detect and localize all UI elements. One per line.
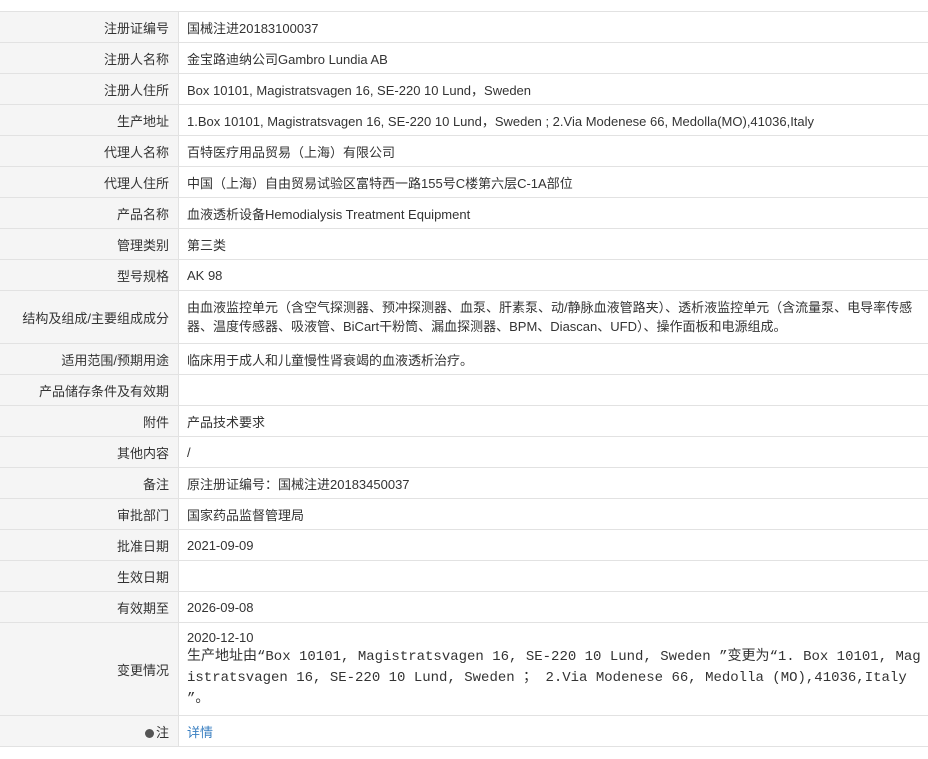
row-approval-department: 审批部门 国家药品监督管理局 [0,499,928,530]
row-attachment: 附件 产品技术要求 [0,406,928,437]
row-production-address: 生产地址 1.Box 10101, Magistratsvagen 16, SE… [0,105,928,136]
field-label: 注册证编号 [0,12,179,43]
row-agent-address: 代理人住所 中国（上海）自由贸易试验区富特西一路155号C楼第六层C-1A部位 [0,167,928,198]
row-note: 注 详情 [0,716,928,747]
field-label: 生产地址 [0,105,179,136]
field-value: 产品技术要求 [179,406,928,437]
field-value: AK 98 [179,260,928,291]
field-value: 金宝路迪纳公司Gambro Lundia AB [179,43,928,74]
row-model-spec: 型号规格 AK 98 [0,260,928,291]
field-value [179,375,928,406]
change-history-value: 2020-12-10 生产地址由“Box 10101, Magistratsva… [179,623,928,716]
field-label: 产品储存条件及有效期 [0,375,179,406]
field-label: 审批部门 [0,499,179,530]
row-remarks: 备注 原注册证编号：国械注进20183450037 [0,468,928,499]
field-value: 1.Box 10101, Magistratsvagen 16, SE-220 … [179,105,928,136]
field-label: 其他内容 [0,437,179,468]
field-value: 血液透析设备Hemodialysis Treatment Equipment [179,198,928,229]
row-valid-until: 有效期至 2026-09-08 [0,592,928,623]
field-label: 适用范围/预期用途 [0,344,179,375]
field-label: 代理人名称 [0,136,179,167]
field-value: 第三类 [179,229,928,260]
row-approval-date: 批准日期 2021-09-09 [0,530,928,561]
field-label: 备注 [0,468,179,499]
field-value: 中国（上海）自由贸易试验区富特西一路155号C楼第六层C-1A部位 [179,167,928,198]
field-label: 注册人住所 [0,74,179,105]
field-label: 变更情况 [0,623,179,716]
change-date: 2020-12-10 [187,629,924,647]
field-value: 百特医疗用品贸易（上海）有限公司 [179,136,928,167]
note-label-cell: 注 [0,716,179,747]
row-agent-name: 代理人名称 百特医疗用品贸易（上海）有限公司 [0,136,928,167]
field-label: 附件 [0,406,179,437]
field-label: 产品名称 [0,198,179,229]
field-label: 注 [156,725,169,740]
row-registration-number: 注册证编号 国械注进20183100037 [0,12,928,43]
note-value: 详情 [179,716,928,747]
row-product-name: 产品名称 血液透析设备Hemodialysis Treatment Equipm… [0,198,928,229]
details-link[interactable]: 详情 [187,725,213,740]
field-value: / [179,437,928,468]
field-value: 国械注进20183100037 [179,12,928,43]
field-value [179,561,928,592]
field-label: 代理人住所 [0,167,179,198]
registration-detail-table: 注册证编号 国械注进20183100037 注册人名称 金宝路迪纳公司Gambr… [0,11,928,747]
field-value: Box 10101, Magistratsvagen 16, SE-220 10… [179,74,928,105]
row-storage-conditions: 产品储存条件及有效期 [0,375,928,406]
row-other-content: 其他内容 / [0,437,928,468]
field-label: 管理类别 [0,229,179,260]
field-label: 注册人名称 [0,43,179,74]
field-value: 原注册证编号：国械注进20183450037 [179,468,928,499]
field-value: 2021-09-09 [179,530,928,561]
info-dot-icon [145,729,154,738]
field-value: 国家药品监督管理局 [179,499,928,530]
row-registrant-name: 注册人名称 金宝路迪纳公司Gambro Lundia AB [0,43,928,74]
row-structure-composition: 结构及组成/主要组成成分 由血液监控单元（含空气探测器、预冲探测器、血泵、肝素泵… [0,291,928,344]
field-value: 2026-09-08 [179,592,928,623]
row-change-history: 变更情况 2020-12-10 生产地址由“Box 10101, Magistr… [0,623,928,716]
field-value: 临床用于成人和儿童慢性肾衰竭的血液透析治疗。 [179,344,928,375]
field-label: 型号规格 [0,260,179,291]
field-label: 有效期至 [0,592,179,623]
field-value: 由血液监控单元（含空气探测器、预冲探测器、血泵、肝素泵、动/静脉血液管路夹）、透… [179,291,928,344]
field-label: 生效日期 [0,561,179,592]
field-label: 批准日期 [0,530,179,561]
row-intended-use: 适用范围/预期用途 临床用于成人和儿童慢性肾衰竭的血液透析治疗。 [0,344,928,375]
field-label: 结构及组成/主要组成成分 [0,291,179,344]
change-description: 生产地址由“Box 10101, Magistratsvagen 16, SE-… [187,647,924,710]
row-effective-date: 生效日期 [0,561,928,592]
row-management-category: 管理类别 第三类 [0,229,928,260]
row-registrant-address: 注册人住所 Box 10101, Magistratsvagen 16, SE-… [0,74,928,105]
